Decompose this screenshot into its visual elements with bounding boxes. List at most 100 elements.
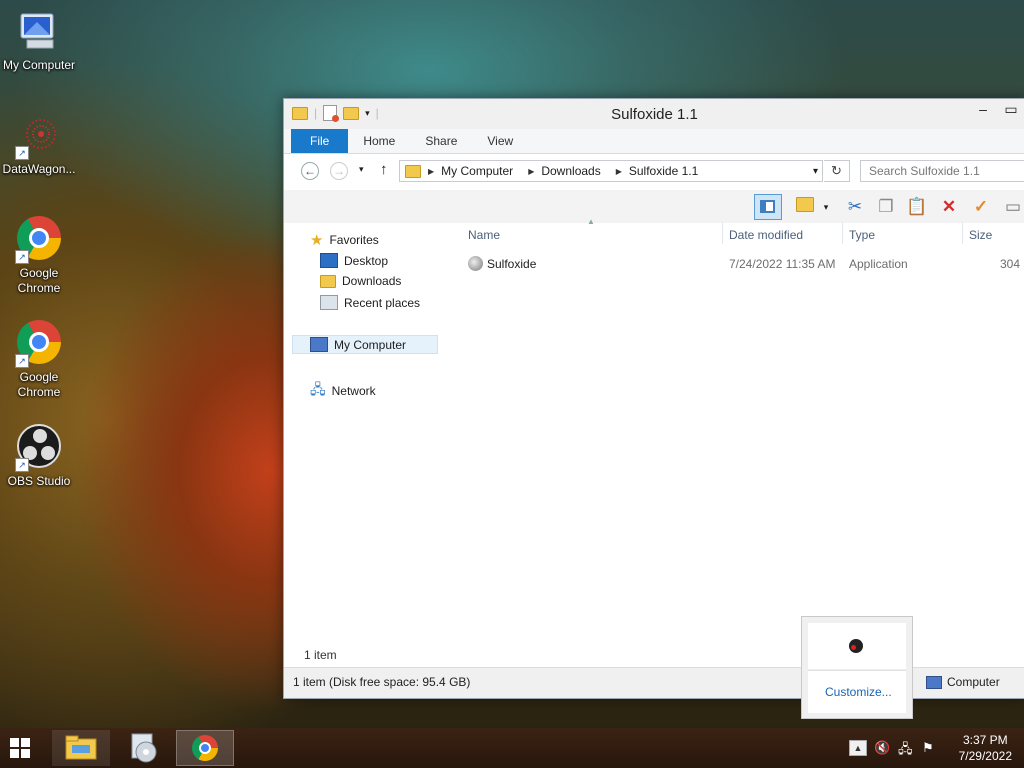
computer-icon [926, 675, 942, 689]
back-button[interactable]: ← [301, 162, 319, 180]
obs-tray-icon[interactable] [849, 639, 863, 653]
desktop-icon-obs-studio[interactable]: ↗ OBS Studio [0, 422, 79, 489]
my-computer-icon [15, 8, 63, 56]
chevron-right-icon: ▶ [428, 166, 435, 176]
column-type[interactable]: Type [849, 228, 875, 242]
taskbar-media-player[interactable] [114, 730, 172, 766]
file-type-cell: Application [849, 257, 908, 271]
folder-icon [405, 164, 421, 178]
nav-label: Desktop [344, 253, 389, 268]
cut-icon[interactable]: ✂ [843, 196, 867, 218]
file-name: Sulfoxide [487, 256, 537, 271]
shortcut-arrow-icon: ↗ [15, 458, 29, 472]
command-toolbar: ▾ ✂ ❐ 📋 ✕ ✓ ▭ [284, 190, 1024, 223]
computer-icon [310, 337, 328, 352]
folder-options-icon[interactable] [793, 196, 817, 218]
column-name[interactable]: Name [468, 228, 500, 242]
paste-icon[interactable]: 📋 [905, 196, 929, 218]
shortcut-arrow-icon: ↗ [15, 250, 29, 264]
media-player-icon [131, 733, 157, 763]
tab-share[interactable]: Share [410, 129, 472, 153]
forward-button[interactable]: → [330, 162, 348, 180]
divider [842, 222, 843, 244]
item-count: 1 item [304, 648, 337, 662]
divider [722, 222, 723, 244]
tray-icons-area [808, 623, 906, 669]
preview-pane-button[interactable] [754, 194, 782, 220]
nav-desktop[interactable]: Desktop [320, 253, 388, 268]
copy-icon[interactable]: ❐ [874, 196, 898, 218]
checkmark-icon[interactable]: ✓ [969, 196, 993, 218]
desktop-icon-google-chrome-2[interactable]: ↗ Google Chrome [0, 318, 79, 400]
up-button[interactable]: ↑ [380, 161, 388, 178]
volume-muted-icon[interactable]: 🔇 [874, 740, 890, 756]
network-icon: 🖧 [310, 381, 326, 397]
nav-my-computer[interactable]: My Computer [292, 335, 438, 354]
status-bar: 1 item (Disk free space: 95.4 GB) Comput… [284, 667, 1024, 698]
navigation-bar: ← → ▾ ↑ ▶ My Computer ▶ Downloads ▶ Sulf… [284, 154, 1024, 190]
star-icon: ★ [310, 232, 324, 249]
tab-file[interactable]: File [291, 129, 349, 153]
customize-link[interactable]: Customize... [825, 685, 892, 699]
clock-date: 7/29/2022 [958, 749, 1012, 763]
desktop-icon-google-chrome[interactable]: ↗ Google Chrome [0, 214, 79, 296]
nav-label: My Computer [334, 337, 407, 352]
chevron-right-icon: ▶ [528, 166, 535, 176]
shortcut-arrow-icon: ↗ [15, 146, 29, 160]
file-explorer-icon [65, 735, 97, 760]
chrome-icon [192, 735, 218, 761]
tray-overflow-popup: Customize... [801, 616, 913, 719]
column-size[interactable]: Size [969, 228, 992, 242]
nav-downloads[interactable]: Downloads [320, 274, 401, 288]
delete-icon[interactable]: ✕ [937, 196, 961, 218]
taskbar-file-explorer[interactable] [52, 730, 110, 766]
breadcrumb-sulfoxide[interactable]: Sulfoxide 1.1 [629, 164, 698, 178]
application-icon [468, 256, 483, 271]
nav-recent-places[interactable]: Recent places [320, 295, 420, 310]
address-bar[interactable]: ▶ My Computer ▶ Downloads ▶ Sulfoxide 1.… [399, 160, 823, 182]
action-center-flag-icon[interactable]: ⚑ [922, 740, 934, 756]
search-input[interactable]: Search Sulfoxide 1.1 [860, 160, 1024, 182]
desktop-icon-label: My Computer [2, 58, 76, 72]
breadcrumb-my-computer[interactable]: My Computer [441, 164, 513, 178]
chevron-right-icon: ▶ [615, 166, 622, 176]
address-dropdown-icon[interactable]: ▾ [813, 166, 818, 177]
file-date-cell: 7/24/2022 11:35 AM [729, 257, 836, 271]
maximize-button[interactable]: ▭ [997, 101, 1024, 118]
nav-label: Network [331, 384, 376, 398]
desktop-icon [320, 253, 338, 268]
recent-places-icon [320, 295, 338, 310]
status-location-label: Computer [947, 675, 1000, 689]
rename-icon[interactable]: ▭ [1001, 196, 1024, 218]
tab-home[interactable]: Home [348, 129, 410, 153]
nav-network[interactable]: 🖧 Network [310, 379, 376, 403]
clock-time: 3:37 PM [962, 733, 1008, 747]
explorer-window: | ▾ | Sulfoxide 1.1 – ▭ File Home Share … [283, 98, 1024, 699]
minimize-button[interactable]: – [969, 101, 997, 118]
sort-arrow-icon: ▲ [587, 217, 595, 226]
title-bar: | ▾ | Sulfoxide 1.1 – ▭ [284, 99, 1024, 129]
nav-label: Favorites [329, 233, 379, 247]
recent-locations-icon[interactable]: ▾ [359, 164, 364, 175]
dropdown-icon[interactable]: ▾ [820, 196, 832, 218]
taskbar-google-chrome[interactable] [176, 730, 234, 766]
status-text: 1 item (Disk free space: 95.4 GB) [293, 675, 471, 689]
downloads-folder-icon [320, 274, 336, 288]
column-date-modified[interactable]: Date modified [729, 228, 803, 242]
nav-favorites[interactable]: ★ Favorites [310, 231, 379, 249]
start-button[interactable] [10, 738, 30, 758]
content-area: ★ Favorites Desktop Downloads Recent pla… [284, 217, 1024, 668]
tab-view[interactable]: View [472, 129, 528, 153]
breadcrumb-downloads[interactable]: Downloads [541, 164, 600, 178]
ribbon-tabs: File Home Share View [284, 129, 1024, 154]
show-hidden-icons-button[interactable]: ▲ [849, 740, 867, 756]
clock[interactable]: 3:37 PM 7/29/2022 [959, 732, 1012, 764]
network-tray-icon[interactable]: 🖧 [898, 740, 913, 762]
table-row[interactable]: Sulfoxide 7/24/2022 11:35 AM Application… [459, 250, 1024, 274]
refresh-button[interactable]: ↻ [824, 160, 850, 182]
desktop-icon-my-computer[interactable]: My Computer [0, 8, 79, 73]
nav-label: Downloads [342, 274, 402, 288]
nav-label: Recent places [344, 295, 421, 310]
desktop-icon-datawagon[interactable]: ↗ DataWagon... [0, 112, 79, 177]
chrome-icon: ↗ [15, 320, 63, 368]
